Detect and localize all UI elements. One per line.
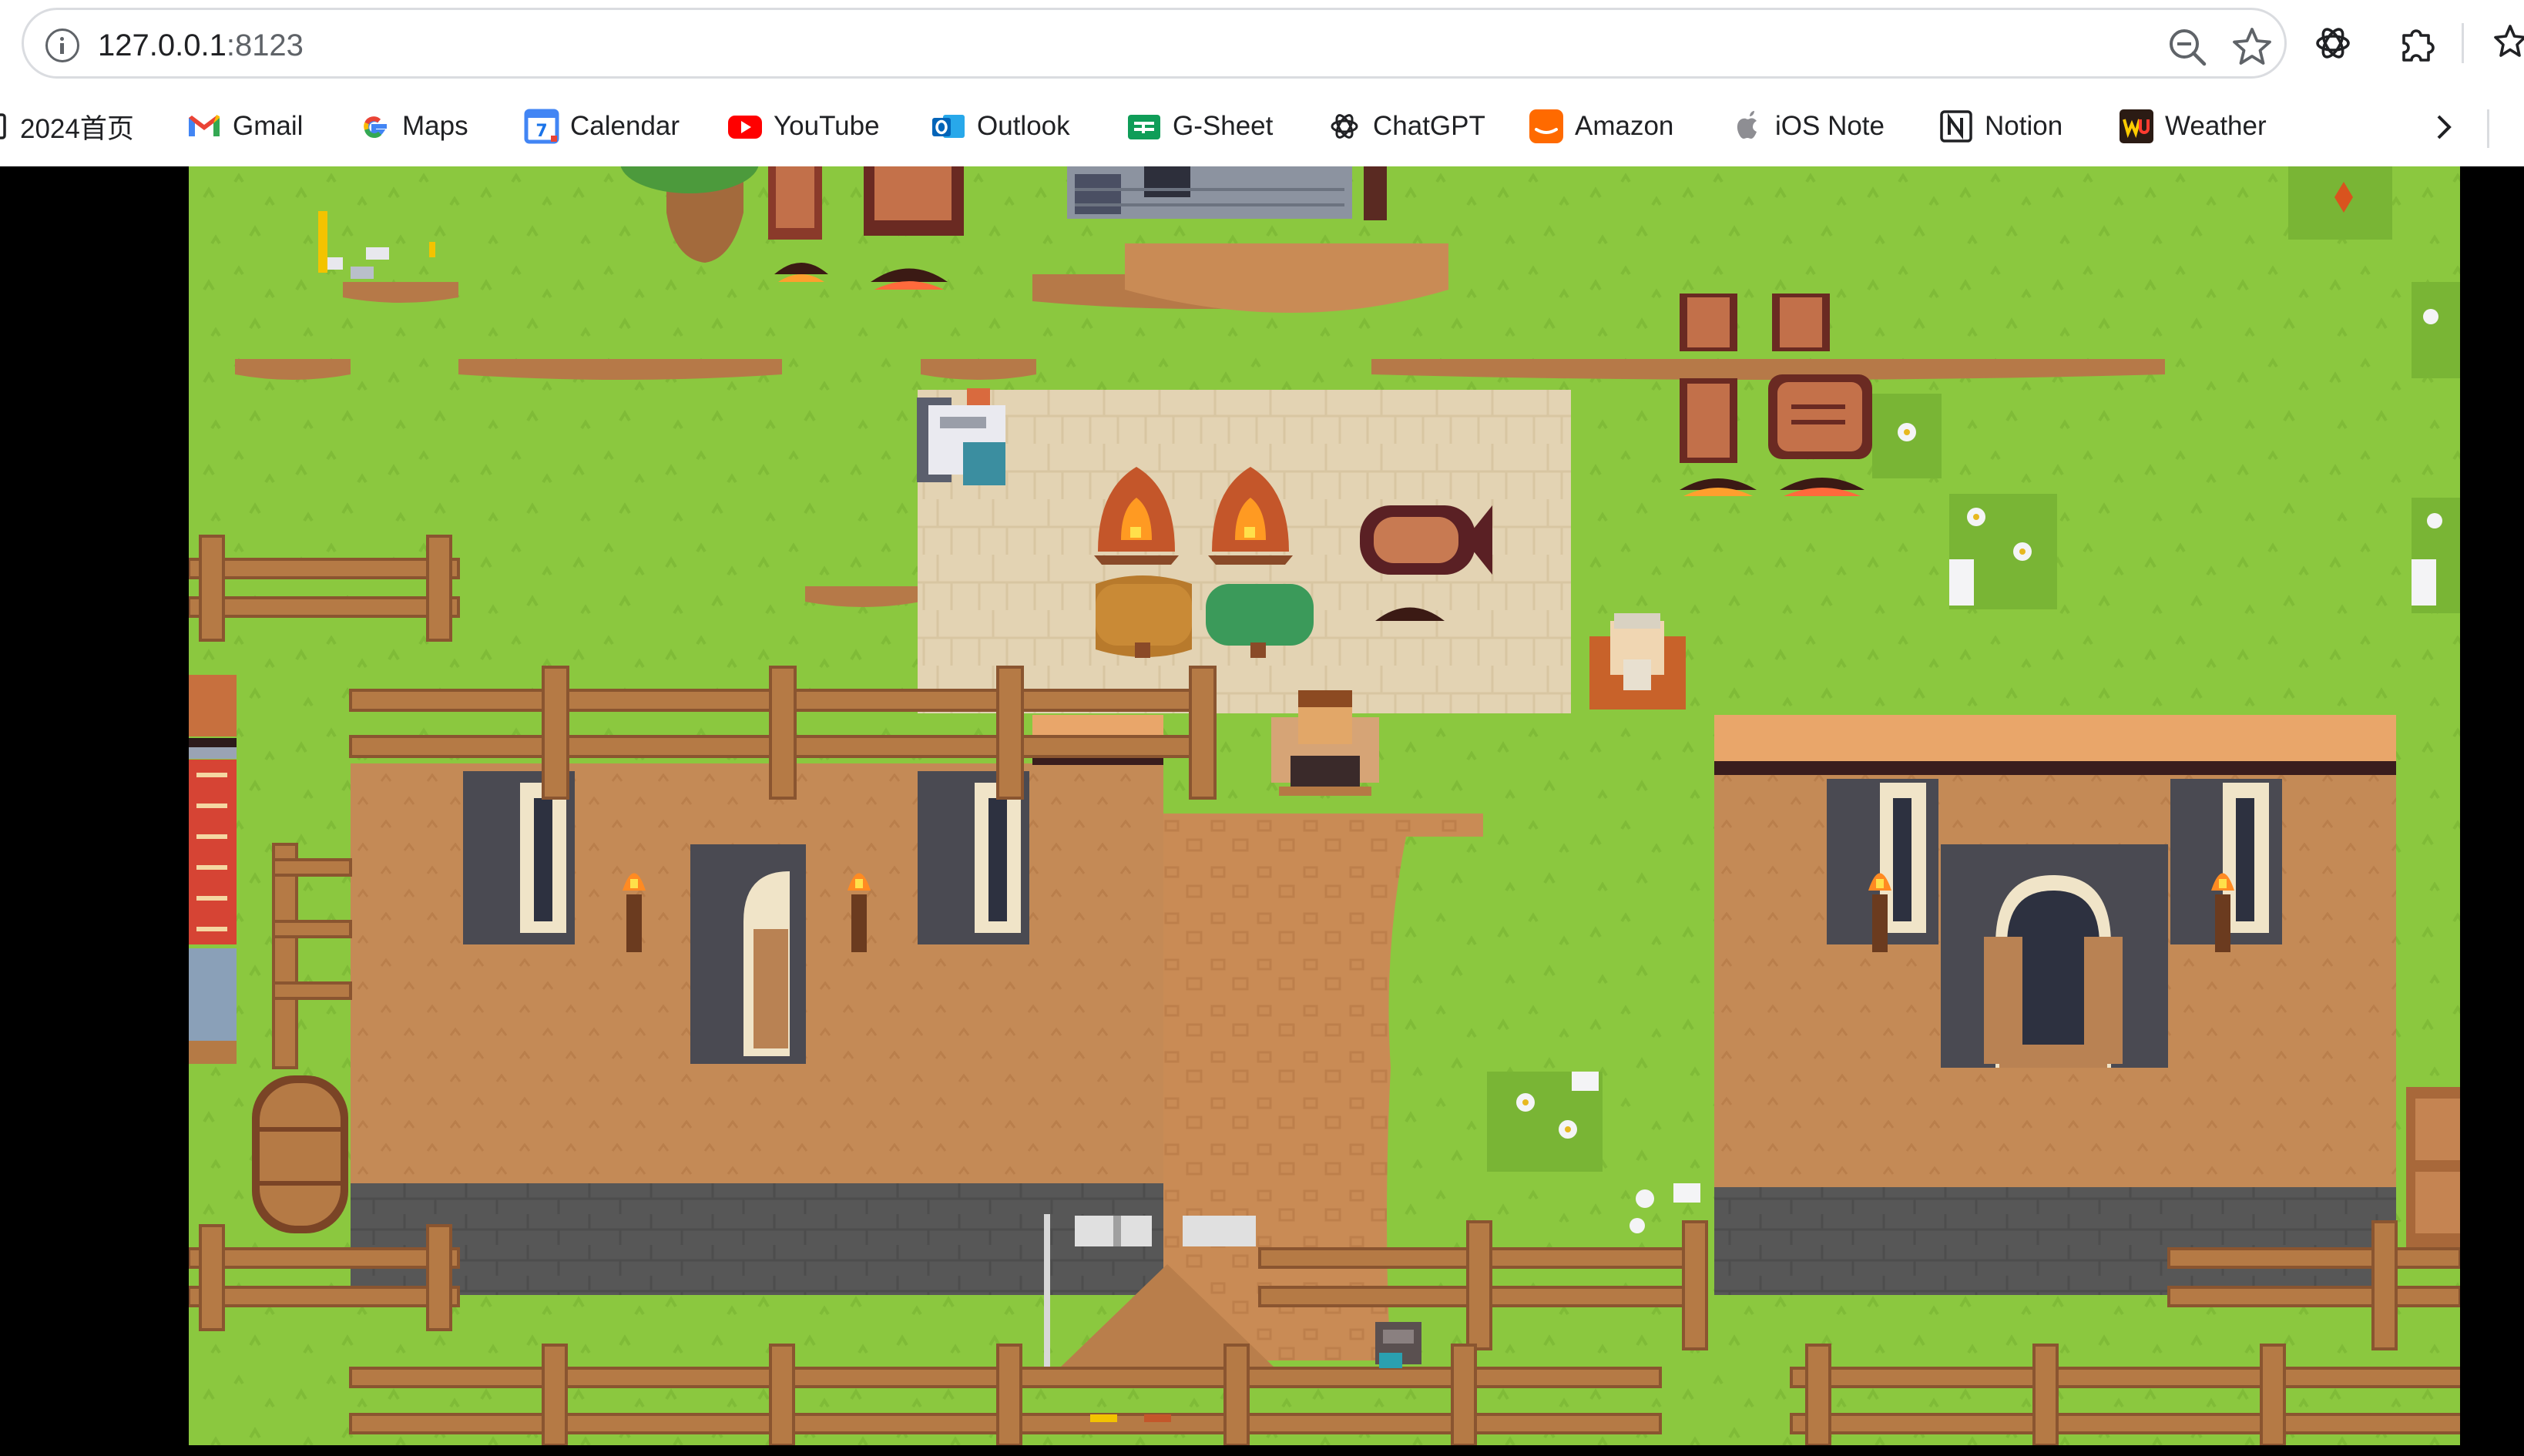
bookmark-youtube[interactable]: YouTube	[727, 105, 880, 148]
chatgpt-icon	[1327, 109, 1362, 144]
weather-icon	[2119, 109, 2154, 144]
bookmark-label: 2024首页	[20, 113, 134, 144]
bookmark-label: Gmail	[233, 111, 304, 141]
bookmark-label: YouTube	[774, 111, 880, 141]
bookmarks-divider	[2487, 109, 2489, 148]
amazon-icon	[1529, 109, 1564, 144]
crate	[2406, 1087, 2460, 1249]
left-edge-structure	[189, 675, 237, 1064]
bookmark-amazon[interactable]: Amazon	[1529, 105, 1673, 148]
bookmark-weather[interactable]: Weather	[2119, 105, 2267, 148]
sheets-icon	[1126, 109, 1162, 144]
url-port: :8123	[226, 29, 304, 62]
bookmark-maps[interactable]: Maps	[356, 105, 468, 148]
youtube-icon	[727, 109, 763, 144]
address-bar-row: 127.0.0.1:8123	[0, 0, 2524, 86]
folder-icon	[0, 109, 29, 144]
bookmark-outlook[interactable]: Outlook	[931, 105, 1070, 148]
bookmarks-list-icon[interactable]	[2489, 22, 2524, 65]
bookmark-label: Outlook	[977, 111, 1070, 141]
bookmark-chatgpt[interactable]: ChatGPT	[1327, 105, 1485, 148]
bookmark-folder-2024[interactable]: 2024首页	[0, 105, 134, 148]
calendar-day: 7	[535, 122, 547, 141]
toolbar-divider	[2462, 23, 2464, 63]
bookmark-gsheet[interactable]: G-Sheet	[1126, 105, 1273, 148]
apple-icon	[1729, 109, 1764, 144]
barrel	[252, 1075, 348, 1233]
bookmark-label: Notion	[1985, 111, 2063, 141]
google-icon	[356, 109, 391, 144]
bookmark-label: Maps	[402, 111, 468, 141]
calendar-icon: 7	[524, 109, 559, 144]
chatgpt-extension-icon[interactable]	[2311, 22, 2355, 65]
bookmark-gmail[interactable]: Gmail	[186, 105, 303, 148]
omnibox[interactable]: 127.0.0.1:8123	[22, 8, 2287, 79]
bookmark-star-icon[interactable]	[2230, 25, 2274, 69]
bookmark-label: Weather	[2165, 111, 2267, 141]
bookmark-label: ChatGPT	[1373, 111, 1485, 141]
orange-bush	[1096, 575, 1192, 658]
bookmark-label: G-Sheet	[1173, 111, 1274, 141]
bookmark-notion[interactable]: Notion	[1938, 105, 2062, 148]
bookmarks-bar: 2024首页 Gmail Maps 7 Calendar YouTube Out…	[0, 86, 2524, 166]
bookmark-label: iOS Note	[1775, 111, 1885, 141]
building-right	[1714, 715, 2396, 1295]
url-text[interactable]: 127.0.0.1:8123	[98, 25, 304, 65]
zoom-out-icon[interactable]	[2166, 25, 2209, 69]
gmail-icon	[186, 109, 222, 144]
game-viewport	[0, 166, 2524, 1456]
url-host: 127.0.0.1	[98, 29, 227, 62]
extensions-puzzle-icon[interactable]	[2395, 22, 2438, 65]
site-info-icon[interactable]	[45, 29, 79, 62]
notion-icon	[1938, 109, 1974, 144]
game-canvas[interactable]	[189, 166, 2460, 1445]
outlook-icon	[931, 109, 966, 144]
bookmark-ios-note[interactable]: iOS Note	[1729, 105, 1885, 148]
bookmark-calendar[interactable]: 7 Calendar	[524, 105, 680, 148]
game-scene	[189, 166, 2460, 1445]
building-left	[351, 715, 1163, 1295]
bookmark-label: Calendar	[570, 111, 680, 141]
stone-ruins	[1067, 166, 1387, 220]
bookmark-label: Amazon	[1575, 111, 1674, 141]
more-bookmarks-chevron-icon[interactable]	[2425, 109, 2461, 145]
